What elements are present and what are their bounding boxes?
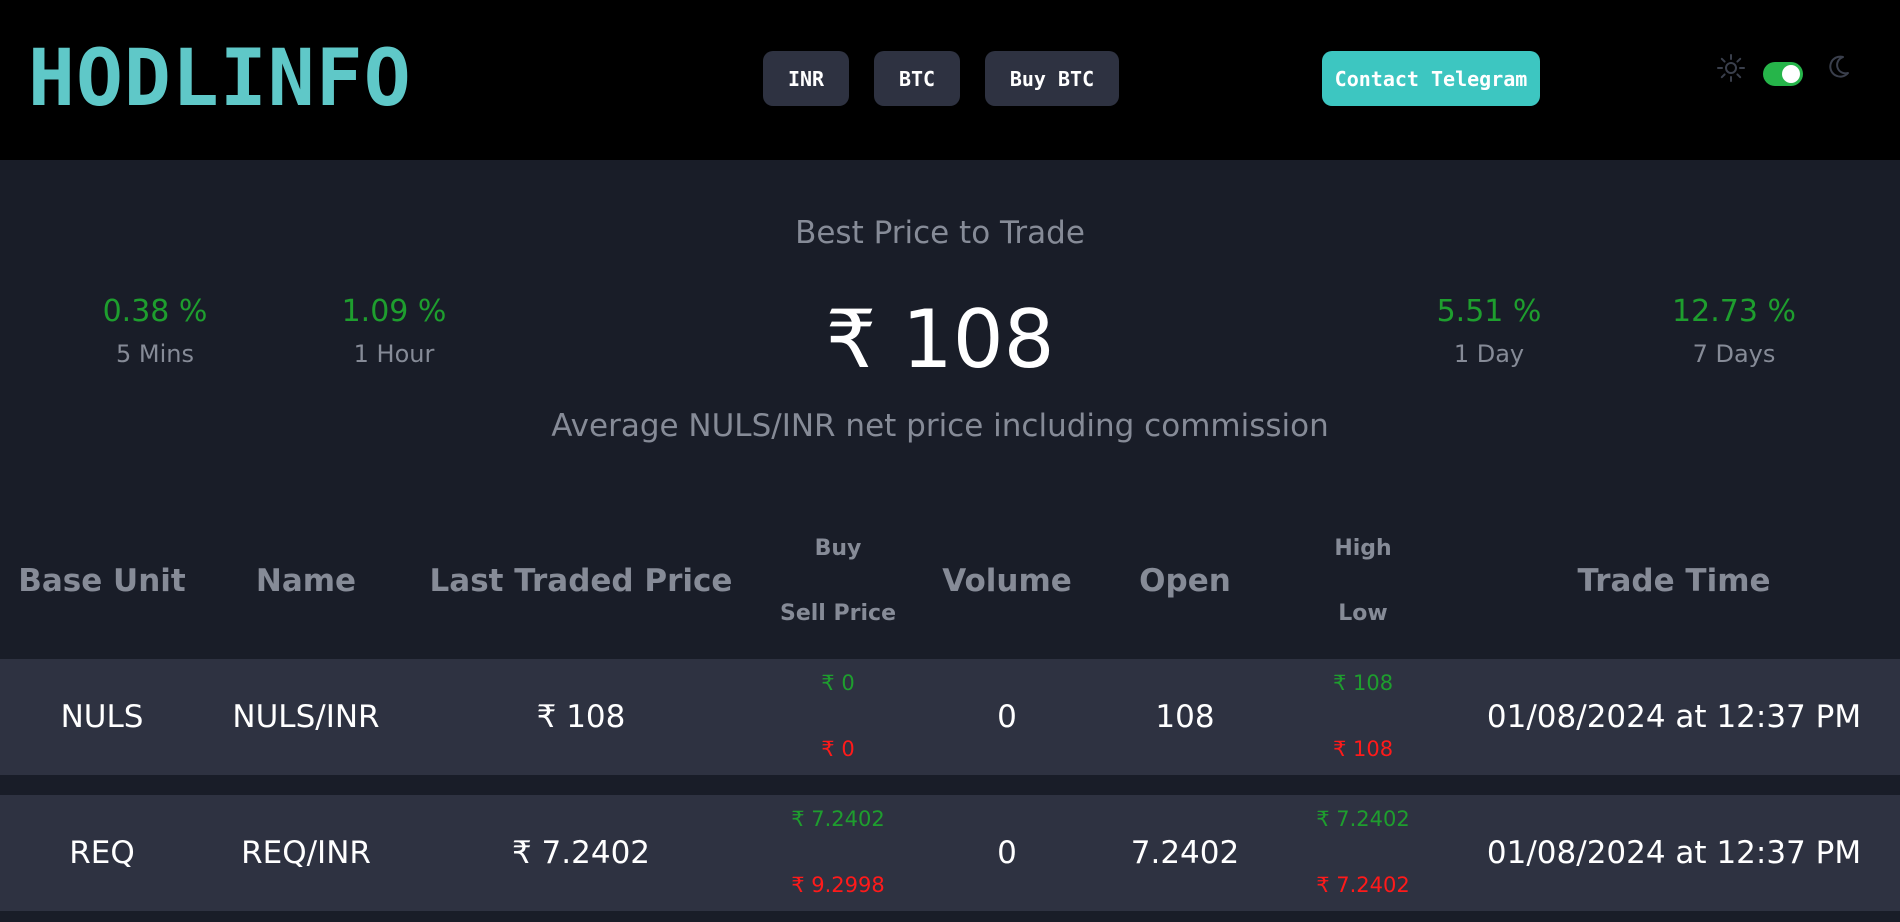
cell-name: REQ/INR (241, 835, 371, 871)
cell-open: 7.2402 (1130, 835, 1240, 871)
cell-trade-time: 01/08/2024 at 12:37 PM (1486, 699, 1862, 735)
header-high: High (1334, 536, 1392, 561)
header: HODLINFO INR BTC Buy BTC Contact Telegra… (0, 0, 1900, 160)
header-low: Low (1338, 601, 1388, 626)
cell-high: ₹ 108 (1332, 671, 1394, 695)
moon-icon (1829, 55, 1849, 78)
cell-sell-price: ₹ 0 (821, 737, 855, 761)
header-base-unit: Base Unit (18, 563, 186, 599)
cell-name: NULS/INR (232, 699, 380, 735)
contact-telegram-button[interactable]: Contact Telegram (1322, 51, 1540, 106)
cell-low: ₹ 108 (1332, 737, 1394, 761)
table-row: NULS NULS/INR ₹ 108 ₹ 0 ₹ 0 0 108 ₹ 108 … (0, 659, 1900, 775)
cell-open: 108 (1155, 699, 1215, 735)
logo[interactable]: HODLINFO (28, 34, 412, 124)
header-open: Open (1139, 563, 1231, 599)
cell-high: ₹ 7.2402 (1316, 807, 1410, 831)
header-trade-time: Trade Time (1577, 563, 1771, 599)
cell-base-unit: REQ (69, 835, 135, 871)
header-last-traded-price: Last Traded Price (429, 563, 733, 599)
cell-last-price: ₹ 7.2402 (511, 835, 651, 871)
stat-1-day: 5.51 % 1 Day (1369, 292, 1609, 374)
cell-buy-price: ₹ 7.2402 (791, 807, 885, 831)
cell-volume: 0 (997, 835, 1017, 871)
stat-7-days: 12.73 % 7 Days (1614, 292, 1854, 374)
header-buy: Buy (814, 536, 862, 561)
cell-low: ₹ 7.2402 (1316, 873, 1410, 897)
cell-volume: 0 (997, 699, 1017, 735)
toggle-knob (1782, 65, 1800, 83)
theme-toggle[interactable] (1763, 62, 1803, 86)
cell-buy-price: ₹ 0 (821, 671, 855, 695)
hero-subtitle: Average NULS/INR net price including com… (551, 408, 1329, 444)
cell-last-price: ₹ 108 (536, 699, 626, 735)
header-volume: Volume (942, 563, 1072, 599)
cell-base-unit: NULS (60, 699, 144, 735)
header-sell-price: Sell Price (780, 601, 896, 626)
sun-icon (1717, 54, 1745, 82)
stat-value: 12.73 % (1672, 294, 1796, 329)
stat-label: 1 Day (1453, 340, 1525, 368)
table-row: REQ REQ/INR ₹ 7.2402 ₹ 7.2402 ₹ 9.2998 0… (0, 795, 1900, 911)
cell-sell-price: ₹ 9.2998 (791, 873, 885, 897)
buy-btc-button[interactable]: Buy BTC (985, 51, 1119, 106)
stat-label: 7 Days (1692, 340, 1776, 368)
hero-title: Best Price to Trade (795, 215, 1085, 251)
btc-button[interactable]: BTC (874, 51, 960, 106)
stat-value: 5.51 % (1436, 294, 1542, 329)
inr-button[interactable]: INR (763, 51, 849, 106)
cell-trade-time: 01/08/2024 at 12:37 PM (1486, 835, 1862, 871)
header-name: Name (255, 563, 357, 599)
